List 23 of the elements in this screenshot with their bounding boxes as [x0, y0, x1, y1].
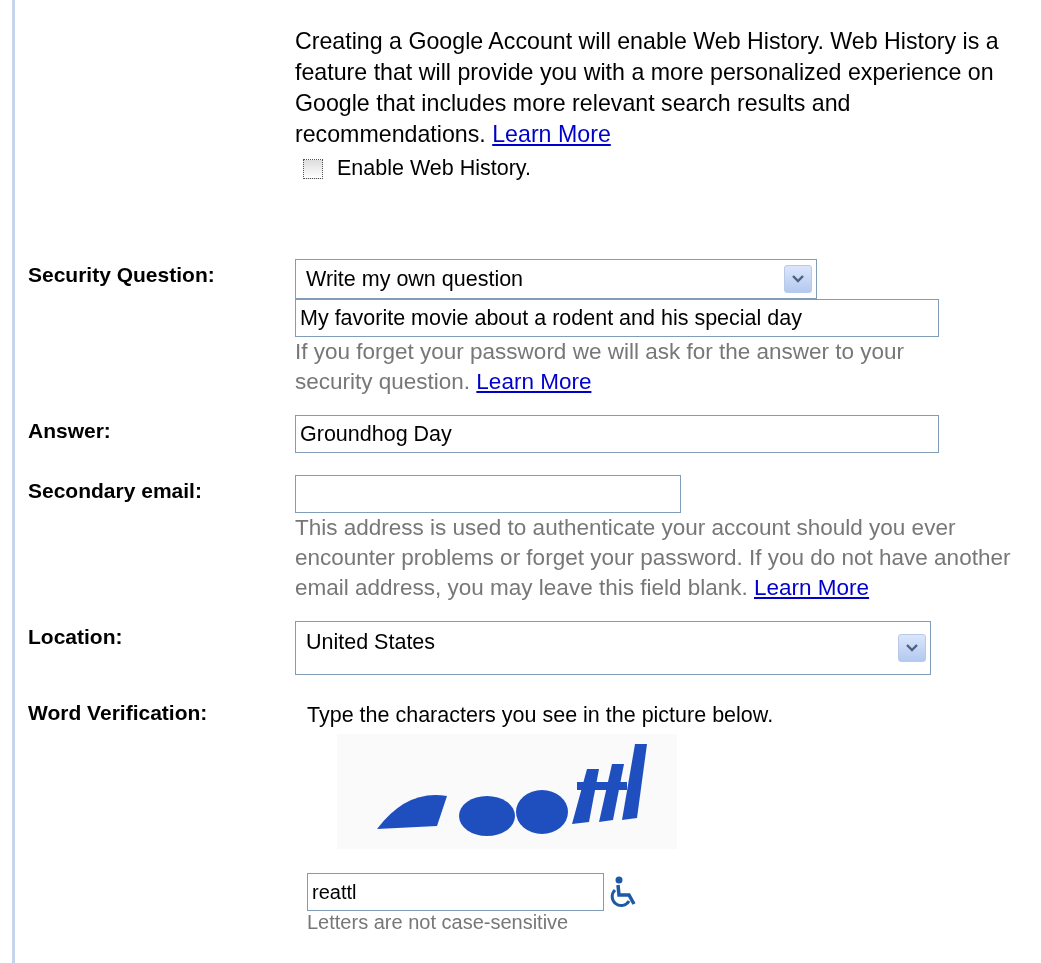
- field-label: Word Verification:: [27, 700, 209, 726]
- field-label: Secondary email:: [27, 478, 203, 504]
- field-label: Answer:: [27, 418, 112, 444]
- field-label: Security Question:: [27, 262, 216, 288]
- captcha-field[interactable]: reattl: [307, 873, 604, 911]
- answer-field[interactable]: Groundhog Day: [295, 415, 939, 453]
- email-field[interactable]: [295, 475, 681, 513]
- help-text: This address is used to authenticate your account should you ever encounter problems or forget your password. If you do not have another email address, you may leave this field blank. Learn More: [295, 514, 1012, 602]
- caret-icon: [792, 275, 804, 283]
- help-text: If you forget your password we will ask for the answer to your security question. Learn More: [295, 338, 906, 396]
- field-label: Location:: [27, 624, 124, 650]
- location-dropdown[interactable]: United States: [295, 621, 931, 675]
- instruction-text: Type the characters you see in the picture below.: [307, 703, 774, 728]
- description-text: Creating a Google Account will enable Web History. Web History is a feature that will provide you with a more personalized experience on Google that includes more relevant search results and recommendations. Learn More: [295, 27, 1000, 149]
- caret-icon: [906, 644, 918, 652]
- security-question-dropdown[interactable]: Write my own question: [295, 259, 817, 299]
- web-history-checkbox[interactable]: [303, 158, 323, 179]
- learn-more-link[interactable]: Learn More: [476, 369, 592, 394]
- learn-more-link[interactable]: Learn More: [492, 121, 611, 147]
- hint-text: Letters are not case-sensitive: [307, 911, 569, 934]
- checkbox-label: Enable Web History.: [337, 156, 531, 181]
- custom-question-field[interactable]: My favorite movie about a rodent and his special day: [295, 299, 939, 337]
- learn-more-link[interactable]: Learn More: [754, 575, 870, 600]
